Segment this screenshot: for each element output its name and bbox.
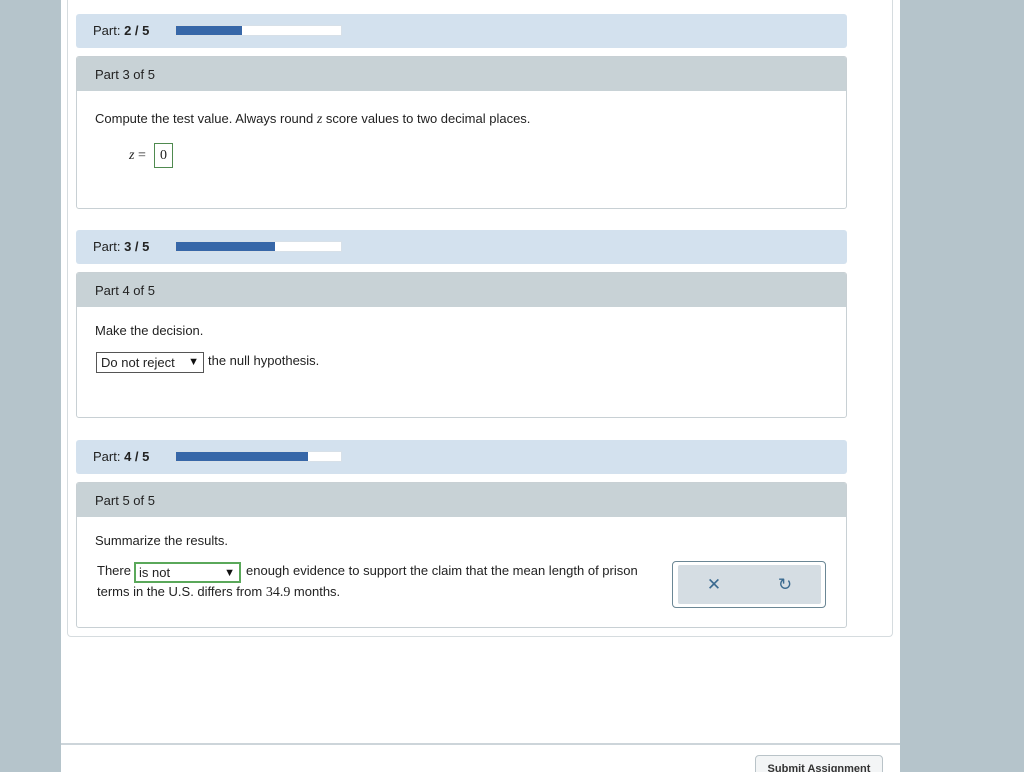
part-5-header: Part 5 of 5 <box>77 483 846 517</box>
z-value-input[interactable]: 0 <box>154 143 173 168</box>
part-progress-label: Part: 4 / 5 <box>93 449 150 464</box>
decision-suffix: the null hypothesis. <box>208 353 320 368</box>
progress-fill <box>176 26 242 35</box>
part-4-section: Part 4 of 5 Make the decision. Do not re… <box>76 272 847 418</box>
undo-icon[interactable]: ↻ <box>765 571 805 599</box>
evidence-select[interactable]: is not ▼ <box>134 562 241 583</box>
footer-divider <box>61 743 900 745</box>
progress-track <box>175 241 342 252</box>
summary-prefix: There <box>97 563 131 578</box>
part-4-header: Part 4 of 5 <box>77 273 846 307</box>
decision-select-value: Do not reject <box>101 355 175 370</box>
progress-fill <box>176 242 275 251</box>
part-3-instruction: Compute the test value. Always round z s… <box>95 111 531 127</box>
part-4-instruction: Make the decision. <box>95 323 204 338</box>
evidence-select-value: is not <box>139 565 171 580</box>
part-progress-label: Part: 2 / 5 <box>93 23 150 38</box>
z-equation-label: z = <box>129 148 146 163</box>
progress-track <box>175 451 342 462</box>
part-progress-bar: Part: 4 / 5 <box>76 440 847 474</box>
close-icon[interactable]: ✕ <box>694 571 734 599</box>
summary-line-2: terms in the U.S. differs from 34.9 mont… <box>97 584 341 600</box>
part-3-section: Part 3 of 5 Compute the test value. Alwa… <box>76 56 847 209</box>
summary-line-1: enough evidence to support the claim tha… <box>246 563 638 578</box>
answer-toolbox: ✕ ↻ <box>672 561 826 608</box>
decision-select[interactable]: Do not reject ▼ <box>96 352 204 373</box>
progress-fill <box>176 452 308 461</box>
part-progress-bar: Part: 3 / 5 <box>76 230 847 264</box>
triangle-down-icon: ▼ <box>188 356 199 368</box>
submit-assignment-button[interactable]: Submit Assignment <box>755 755 883 772</box>
part-progress-bar: Part: 2 / 5 <box>76 14 847 48</box>
part-progress-label: Part: 3 / 5 <box>93 239 150 254</box>
part-5-instruction: Summarize the results. <box>95 533 228 548</box>
triangle-down-icon: ▼ <box>224 567 235 579</box>
part-3-header: Part 3 of 5 <box>77 57 846 91</box>
progress-track <box>175 25 342 36</box>
answer-toolbox-inner: ✕ ↻ <box>678 565 821 604</box>
